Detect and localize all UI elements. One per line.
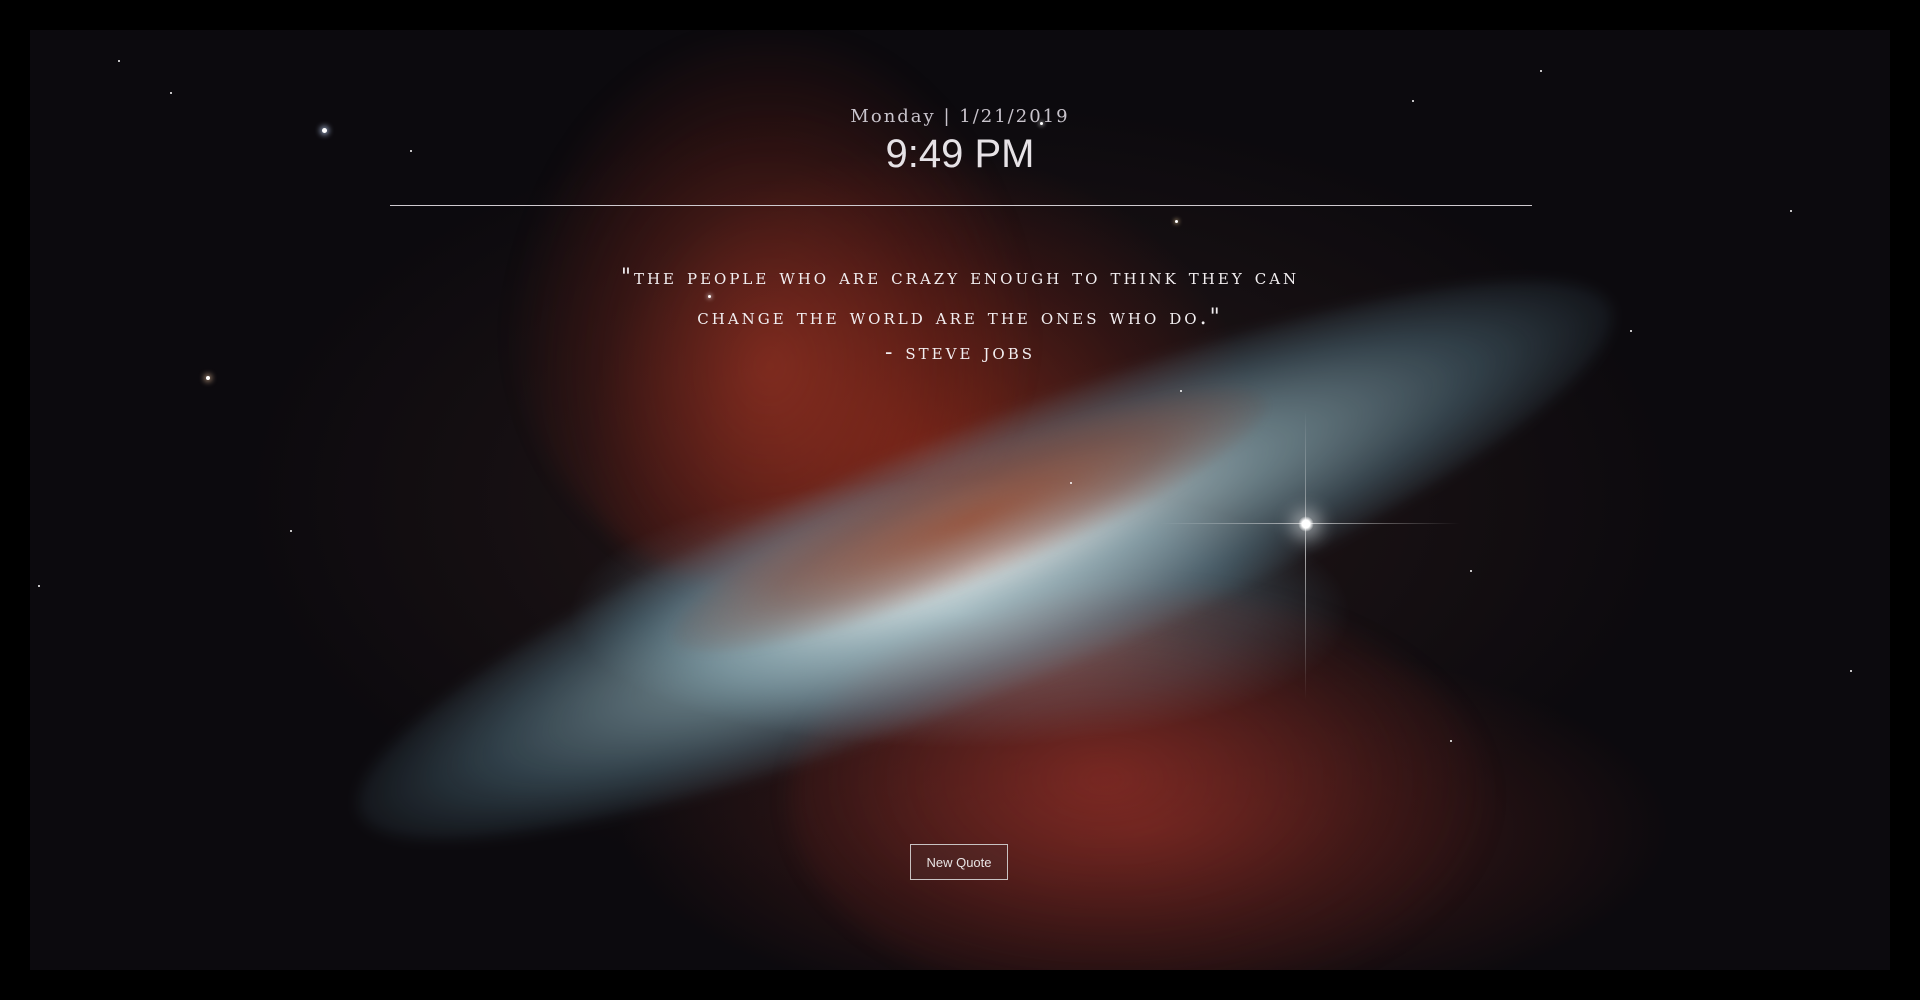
page-frame: Monday | 1/21/2019 9:49 PM "The people w…	[0, 0, 1920, 1000]
quote-panel: Monday | 1/21/2019 9:49 PM "The people w…	[30, 30, 1890, 970]
quote-line: "The people who are crazy enough to thin…	[620, 265, 1300, 290]
date-label: 1/21/2019	[959, 106, 1070, 127]
new-quote-button[interactable]: New Quote	[910, 844, 1008, 880]
date-separator: |	[943, 106, 952, 127]
quote-text: "The people who are crazy enough to thin…	[490, 258, 1430, 338]
divider	[390, 205, 1532, 206]
galaxy-background: Monday | 1/21/2019 9:49 PM "The people w…	[30, 30, 1890, 970]
quote-author: - Steve Jobs	[884, 340, 1036, 365]
time-display: 9:49 PM	[885, 132, 1035, 176]
day-label: Monday	[850, 106, 936, 127]
quote-line: change the world are the ones who do."	[697, 305, 1223, 330]
date-display: Monday | 1/21/2019	[30, 106, 1890, 127]
